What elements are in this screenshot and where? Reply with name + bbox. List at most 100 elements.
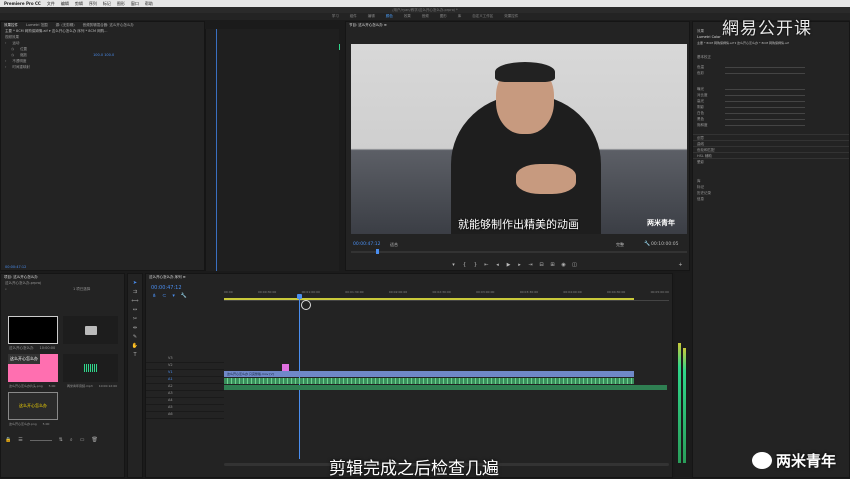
workspace-tab[interactable]: 音频 — [422, 14, 429, 19]
lift-icon[interactable]: ⊟ — [539, 263, 544, 268]
type-icon[interactable]: T — [133, 352, 136, 358]
list-view-icon[interactable]: ☰ — [18, 437, 22, 443]
clip-a2[interactable] — [224, 385, 667, 390]
clip-a1[interactable] — [224, 378, 634, 384]
pen-icon[interactable]: ✎ — [133, 334, 137, 340]
menu-item[interactable]: 标记 — [103, 1, 111, 7]
lumetri-clip-path[interactable]: 主要 * 8CM 网购保姆情.aif ▾ 这么开心怎么办 * 8CM 网购保姆情… — [693, 40, 849, 46]
quality-dropdown[interactable]: 完整 — [616, 242, 624, 248]
track-header-a4[interactable]: A4 — [146, 398, 224, 405]
scale-value[interactable]: 100.0 100.0 — [93, 52, 114, 58]
track-header-a6[interactable]: A6 — [146, 412, 224, 419]
fit-dropdown[interactable]: 适合 — [390, 242, 398, 248]
section-basic[interactable]: 基本校正 — [693, 54, 849, 60]
track-header-a2[interactable]: A2 — [146, 384, 224, 391]
bin-item[interactable] — [8, 316, 58, 344]
mark-out-icon[interactable]: } — [473, 263, 478, 268]
effect-timecode[interactable]: 00:00:47:12 — [1, 264, 26, 270]
workspace-tab[interactable]: 图形 — [440, 14, 447, 19]
play-icon[interactable]: ▶ — [506, 263, 511, 268]
menu-item[interactable]: 编辑 — [61, 1, 69, 7]
camera-icon[interactable]: ◉ — [561, 263, 566, 268]
track-select-icon[interactable]: ⇉ — [133, 289, 137, 295]
marker-icon[interactable]: ▾ — [451, 263, 456, 268]
linked-selection-icon[interactable]: ⊂ — [162, 293, 166, 299]
snap-icon[interactable]: ⋔ — [152, 293, 156, 299]
timeline-timecode[interactable]: 00:00:47:12 — [151, 285, 182, 291]
slip-icon[interactable]: ⇹ — [133, 325, 137, 331]
bin-thumb-yellow[interactable]: 这么开心怎么办 — [8, 392, 58, 420]
project-search[interactable]: ⌕ 1 项已选择 — [1, 286, 124, 292]
work-area-bar[interactable] — [224, 298, 634, 300]
workspace-tab[interactable]: 自定义工作区 — [472, 14, 493, 19]
app-name[interactable]: Premiere Pro CC — [4, 1, 41, 6]
comparison-icon[interactable]: ◫ — [572, 263, 577, 268]
new-bin-icon[interactable]: ▭ — [80, 437, 85, 443]
workspace-tab[interactable]: 库 — [458, 14, 462, 19]
chevron-right-icon[interactable]: › — [5, 40, 6, 46]
menu-item[interactable]: 文件 — [47, 1, 55, 7]
slider-track[interactable] — [725, 89, 805, 90]
hand-icon[interactable]: ✋ — [132, 343, 138, 349]
track-header-v1[interactable]: V1 — [146, 370, 224, 377]
section-vignette[interactable]: 晕影 — [693, 158, 849, 164]
effect-row[interactable]: › 时间重映射 — [1, 64, 204, 70]
step-back-icon[interactable]: ◂ — [495, 263, 500, 268]
footer-info[interactable]: 信息 — [693, 196, 849, 202]
playhead-handle[interactable] — [297, 294, 302, 299]
program-scrubber[interactable] — [351, 249, 687, 254]
workspace-tab-active[interactable]: 颜色 — [386, 14, 393, 19]
sequence-tab[interactable]: 这么开心怎么办 序列 ≡ — [149, 274, 186, 280]
slider-row[interactable]: 色彩 — [693, 70, 849, 76]
razor-icon[interactable]: ✂ — [133, 316, 137, 322]
clip-v1[interactable]: 这么开心怎么办 只完整版.mov [V] — [224, 371, 634, 377]
timeline-ruler[interactable]: 00:00 00:00:30:00 00:01:00:00 00:01:30:0… — [224, 289, 669, 301]
clip-v2-pink[interactable] — [282, 364, 289, 371]
menu-item[interactable]: 剪辑 — [75, 1, 83, 7]
mark-in-icon[interactable]: { — [462, 263, 467, 268]
add-marker-icon[interactable]: ▾ — [172, 293, 175, 299]
step-forward-icon[interactable]: ▸ — [517, 263, 522, 268]
menu-item[interactable]: 图形 — [117, 1, 125, 7]
workspace-tab[interactable]: 编辑 — [368, 14, 375, 19]
find-icon[interactable]: ⌕ — [70, 437, 73, 443]
track-header-a3[interactable]: A3 — [146, 391, 224, 398]
search-icon[interactable]: ⌕ — [5, 286, 7, 292]
slider-track[interactable] — [725, 107, 805, 108]
track-header-a5[interactable]: A5 — [146, 405, 224, 412]
track-header-v2[interactable]: V2 — [146, 363, 224, 370]
workspace-tab[interactable]: 学习 — [332, 14, 339, 19]
selection-tool-icon[interactable]: ➤ — [133, 280, 137, 286]
delete-icon[interactable]: 🗑 — [91, 437, 97, 443]
menu-item[interactable]: 序列 — [89, 1, 97, 7]
extract-icon[interactable]: ⊞ — [550, 263, 555, 268]
program-timecode-in[interactable]: 00:00:47:12 — [353, 242, 380, 247]
workspace-tab[interactable]: 效果 — [404, 14, 411, 19]
workspace-tab[interactable]: 组件 — [350, 14, 357, 19]
slider-row[interactable]: 饱和度 — [693, 122, 849, 128]
rate-stretch-icon[interactable]: ↔ — [133, 307, 137, 313]
lock-icon[interactable]: 🔒 — [5, 437, 11, 443]
settings-wrench-icon[interactable]: 🔧 — [181, 293, 187, 299]
sort-icon[interactable]: ⇅ — [59, 437, 63, 443]
goto-out-icon[interactable]: ⇥ — [528, 263, 533, 268]
slider-track[interactable] — [725, 73, 805, 74]
track-header-v3[interactable]: V3 — [146, 356, 224, 363]
slider-track[interactable] — [725, 95, 805, 96]
goto-in-icon[interactable]: ⇤ — [484, 263, 489, 268]
chevron-right-icon[interactable]: › — [5, 64, 6, 70]
add-button-icon[interactable]: + — [678, 263, 683, 268]
slider-track[interactable] — [725, 119, 805, 120]
menu-item[interactable]: 帮助 — [145, 1, 153, 7]
ripple-edit-icon[interactable]: ⟺ — [131, 298, 138, 304]
bin-folder-item[interactable] — [63, 316, 118, 344]
program-title[interactable]: 节目: 这么开心怎么办 ≡ — [349, 22, 387, 28]
slider-track[interactable] — [725, 113, 805, 114]
scrub-playhead[interactable] — [376, 249, 379, 254]
menu-item[interactable]: 窗口 — [131, 1, 139, 7]
track-header-a1[interactable]: A1 — [146, 377, 224, 384]
slider-track[interactable] — [725, 125, 805, 126]
bin-thumb-pink[interactable]: 这么开心怎么办 — [8, 354, 58, 382]
slider-track[interactable] — [725, 101, 805, 102]
bin-thumb-audio[interactable] — [63, 354, 118, 382]
